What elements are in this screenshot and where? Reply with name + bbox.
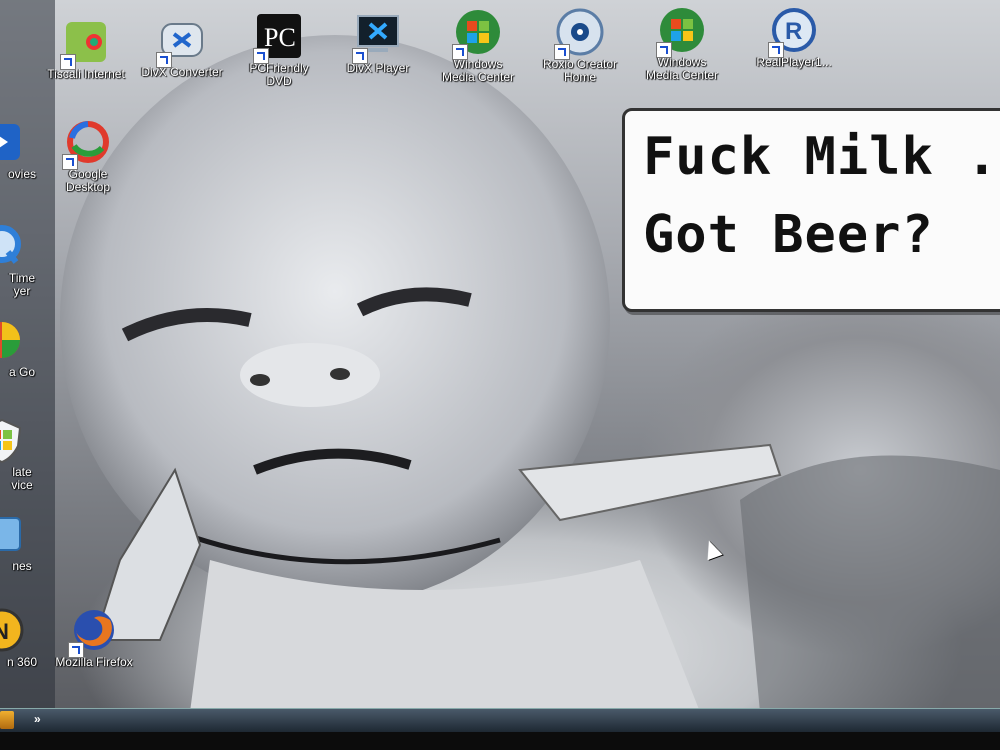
desktop-icon-mozilla-firefox[interactable]: Mozilla Firefox — [52, 606, 136, 669]
norton-icon: N — [0, 606, 26, 654]
desktop-icon-label: Windows Media Center — [645, 55, 719, 82]
app-icon — [0, 510, 26, 558]
movies-icon — [0, 118, 26, 166]
svg-text:N: N — [0, 619, 9, 644]
desktop-icon-games[interactable]: nes — [0, 510, 44, 573]
quicktime-icon — [0, 222, 26, 270]
caption-line-1: Fuck Milk . — [643, 127, 999, 187]
desktop-icon-label: DivX Player — [346, 61, 410, 75]
desktop-icon-label: Tiscali Internet — [47, 67, 125, 81]
caption-speech-bubble: Fuck Milk . Got Beer? — [622, 108, 1000, 312]
desktop-icon-label: Time yer — [8, 271, 36, 298]
google-desktop-icon — [62, 118, 112, 170]
app-icon — [0, 316, 26, 364]
desktop-icon-label: PCFriendly DVD — [249, 61, 309, 88]
start-button[interactable] — [0, 711, 14, 729]
desktop-icon-windows-media-center-2[interactable]: Windows Media Center — [640, 6, 724, 82]
windows-media-center-icon — [452, 8, 502, 60]
caption-line-2: Got Beer? — [643, 205, 934, 265]
desktop-icon-windows-media-center[interactable]: Windows Media Center — [436, 8, 520, 84]
wallpaper-photo — [0, 0, 1000, 712]
divx-player-icon — [352, 12, 402, 64]
desktop-icon-label: late vice — [11, 465, 33, 492]
divx-converter-icon — [156, 16, 206, 68]
desktop-icon-label: DivX Converter — [141, 65, 223, 79]
desktop-icon-update-service[interactable]: late vice — [0, 416, 44, 492]
desktop-icon-realplayer[interactable]: R RealPlayer1... — [744, 6, 844, 69]
desktop-icon-roxio-creator[interactable]: Roxio Creator Home — [538, 8, 622, 84]
desktop-icon-label: Mozilla Firefox — [55, 655, 133, 669]
desktop-icon-norton-360[interactable]: N n 360 — [0, 606, 44, 669]
desktop-icon-label: Google Desktop — [65, 167, 111, 194]
tiscali-icon — [60, 18, 110, 70]
desktop-icon-divx-player[interactable]: DivX Player — [336, 12, 420, 75]
quick-launch-chevron-icon[interactable]: » — [34, 712, 41, 726]
desktop-icon-quicktime[interactable]: Time yer — [0, 222, 44, 298]
desktop-icon-label: Roxio Creator Home — [542, 57, 618, 84]
roxio-icon — [554, 8, 604, 60]
desktop-icon-label: a Go — [8, 365, 35, 379]
monitor-bezel — [0, 732, 1000, 750]
shield-icon — [0, 416, 26, 464]
desktop-icon-label: Windows Media Center — [441, 57, 515, 84]
desktop-icon-label: RealPlayer1... — [756, 55, 832, 69]
desktop-icon-label: ovies — [7, 167, 36, 181]
desktop-icon-app-go[interactable]: a Go — [0, 316, 44, 379]
desktop-wallpaper — [0, 0, 1000, 712]
desktop-icon-label: nes — [12, 559, 32, 573]
desktop-icon-pcfriendly-dvd[interactable]: PC PCFriendly DVD — [237, 12, 321, 88]
firefox-icon — [68, 606, 118, 658]
realplayer-icon: R — [768, 6, 818, 58]
pcfriendly-icon: PC — [253, 12, 303, 64]
desktop-icon-label: n 360 — [6, 655, 38, 669]
windows-media-center-icon — [656, 6, 706, 58]
desktop-icon-divx-converter[interactable]: DivX Converter — [140, 16, 224, 79]
taskbar: » — [0, 708, 1000, 733]
svg-text:R: R — [785, 18, 802, 45]
desktop-icon-movies[interactable]: ovies — [0, 118, 44, 181]
desktop-icon-google-desktop[interactable]: Google Desktop — [46, 118, 130, 194]
desktop-icon-tiscali-internet[interactable]: Tiscali Internet — [44, 18, 128, 81]
